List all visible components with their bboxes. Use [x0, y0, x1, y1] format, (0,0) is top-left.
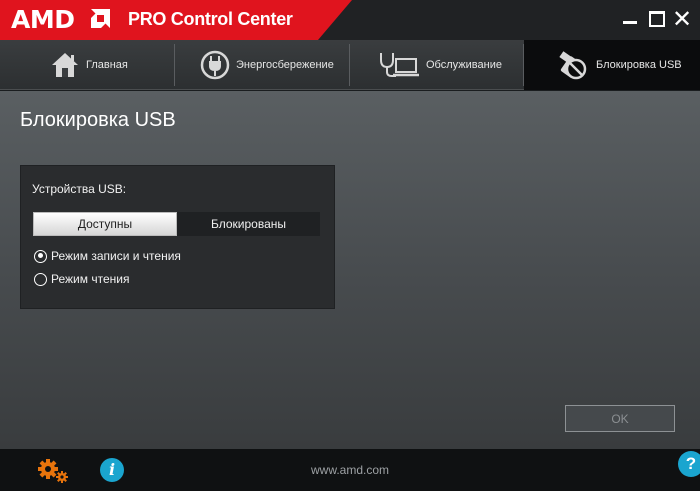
footer: i www.amd.com [0, 449, 700, 491]
title-bar: AMD PRO Control Center ✕ [0, 0, 700, 40]
read-only-mode-radio[interactable]: Режим чтения [34, 272, 129, 286]
nav-item-power-saving[interactable]: Энергосбережение [200, 40, 348, 90]
amd-website-link[interactable]: www.amd.com [0, 463, 700, 477]
nav-label: Обслуживание [426, 59, 502, 71]
usb-block-icon [559, 51, 587, 80]
stethoscope-laptop-icon [380, 53, 419, 77]
nav-divider [349, 44, 350, 86]
nav-label: Главная [86, 59, 128, 71]
home-icon [52, 53, 78, 77]
nav-bar: Главная Энергосбережение Обслуживание Бл… [0, 40, 700, 90]
radio-label: Режим чтения [51, 272, 130, 286]
nav-item-home[interactable]: Главная [50, 40, 174, 90]
usb-devices-label: Устройства USB: [32, 182, 127, 196]
nav-item-usb-lock[interactable]: Блокировка USB [524, 40, 700, 90]
amd-arrow-logo-icon [91, 9, 110, 28]
nav-label: Блокировка USB [596, 59, 682, 71]
usb-settings-panel: Устройства USB: Доступны Блокированы Реж… [20, 165, 335, 309]
amd-logo: AMD [11, 5, 75, 34]
read-write-mode-radio[interactable]: Режим записи и чтения [34, 249, 181, 263]
main-content: Блокировка USB Устройства USB: Доступны … [0, 91, 700, 449]
usb-access-toggle: Доступны Блокированы [33, 212, 320, 236]
app-title: PRO Control Center [128, 9, 293, 29]
minimize-icon [623, 21, 637, 24]
radio-label: Режим записи и чтения [51, 249, 181, 263]
ok-button[interactable]: OK [565, 405, 675, 432]
maximize-button[interactable] [646, 8, 668, 30]
help-icon[interactable]: ? [678, 451, 700, 477]
blocked-button[interactable]: Блокированы [177, 212, 320, 236]
power-plug-icon [200, 50, 230, 80]
maximize-icon [649, 11, 665, 27]
close-button[interactable]: ✕ [671, 7, 693, 31]
minimize-button[interactable] [619, 8, 641, 30]
nav-divider [174, 44, 175, 86]
available-button[interactable]: Доступны [33, 212, 177, 236]
brand-banner: AMD PRO Control Center [0, 0, 352, 40]
nav-label: Энергосбережение [236, 59, 334, 71]
nav-item-maintenance[interactable]: Обслуживание [376, 40, 522, 90]
radio-checked-icon [34, 249, 47, 263]
radio-unchecked-icon [34, 272, 47, 286]
page-title: Блокировка USB [20, 109, 176, 131]
